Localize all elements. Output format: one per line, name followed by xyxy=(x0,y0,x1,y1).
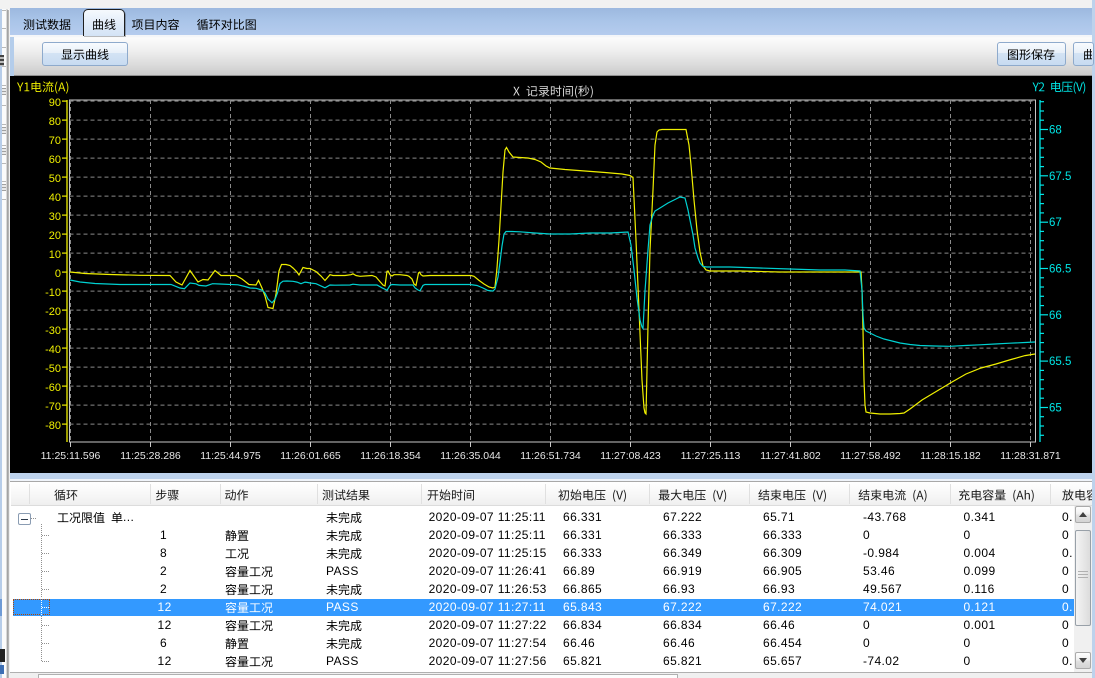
svg-text:70: 70 xyxy=(49,135,61,147)
svg-text:67: 67 xyxy=(1049,217,1062,229)
svg-text:67.5: 67.5 xyxy=(1049,171,1071,183)
svg-text:65: 65 xyxy=(1049,403,1062,415)
svg-text:-60: -60 xyxy=(45,382,61,394)
svg-text:20: 20 xyxy=(49,230,61,242)
svg-text:90: 90 xyxy=(49,97,61,109)
svg-text:40: 40 xyxy=(49,192,61,204)
svg-text:80: 80 xyxy=(49,116,61,128)
svg-text:-20: -20 xyxy=(45,306,61,318)
svg-text:50: 50 xyxy=(49,173,61,185)
svg-text:11:28:31.871: 11:28:31.871 xyxy=(1000,450,1061,462)
svg-text:-50: -50 xyxy=(45,363,61,375)
svg-text:11:27:08.423: 11:27:08.423 xyxy=(600,450,661,462)
svg-text:-40: -40 xyxy=(45,344,61,356)
svg-text:11:26:18.354: 11:26:18.354 xyxy=(360,450,421,462)
svg-text:0: 0 xyxy=(55,268,61,280)
svg-text:68: 68 xyxy=(1049,125,1062,137)
svg-text:66: 66 xyxy=(1049,310,1062,322)
svg-text:11:26:51.734: 11:26:51.734 xyxy=(520,450,581,462)
svg-text:11:25:28.286: 11:25:28.286 xyxy=(120,450,181,462)
svg-text:-30: -30 xyxy=(45,325,61,337)
svg-text:-80: -80 xyxy=(45,420,61,432)
svg-text:60: 60 xyxy=(49,154,61,166)
svg-text:11:27:25.113: 11:27:25.113 xyxy=(681,450,741,462)
svg-text:11:27:58.492: 11:27:58.492 xyxy=(840,450,901,462)
svg-text:65.5: 65.5 xyxy=(1049,356,1071,368)
svg-text:30: 30 xyxy=(49,211,61,223)
svg-text:11:25:44.975: 11:25:44.975 xyxy=(200,450,261,462)
svg-text:11:28:15.182: 11:28:15.182 xyxy=(920,450,981,462)
svg-text:11:26:01.665: 11:26:01.665 xyxy=(280,450,341,462)
svg-text:-10: -10 xyxy=(45,287,61,299)
svg-text:11:25:11.596: 11:25:11.596 xyxy=(41,450,101,462)
svg-text:11:27:41.802: 11:27:41.802 xyxy=(760,450,821,462)
svg-text:11:26:35.044: 11:26:35.044 xyxy=(440,450,501,462)
svg-text:66.5: 66.5 xyxy=(1049,264,1071,276)
svg-text:-70: -70 xyxy=(45,401,61,413)
svg-text:10: 10 xyxy=(49,249,61,261)
